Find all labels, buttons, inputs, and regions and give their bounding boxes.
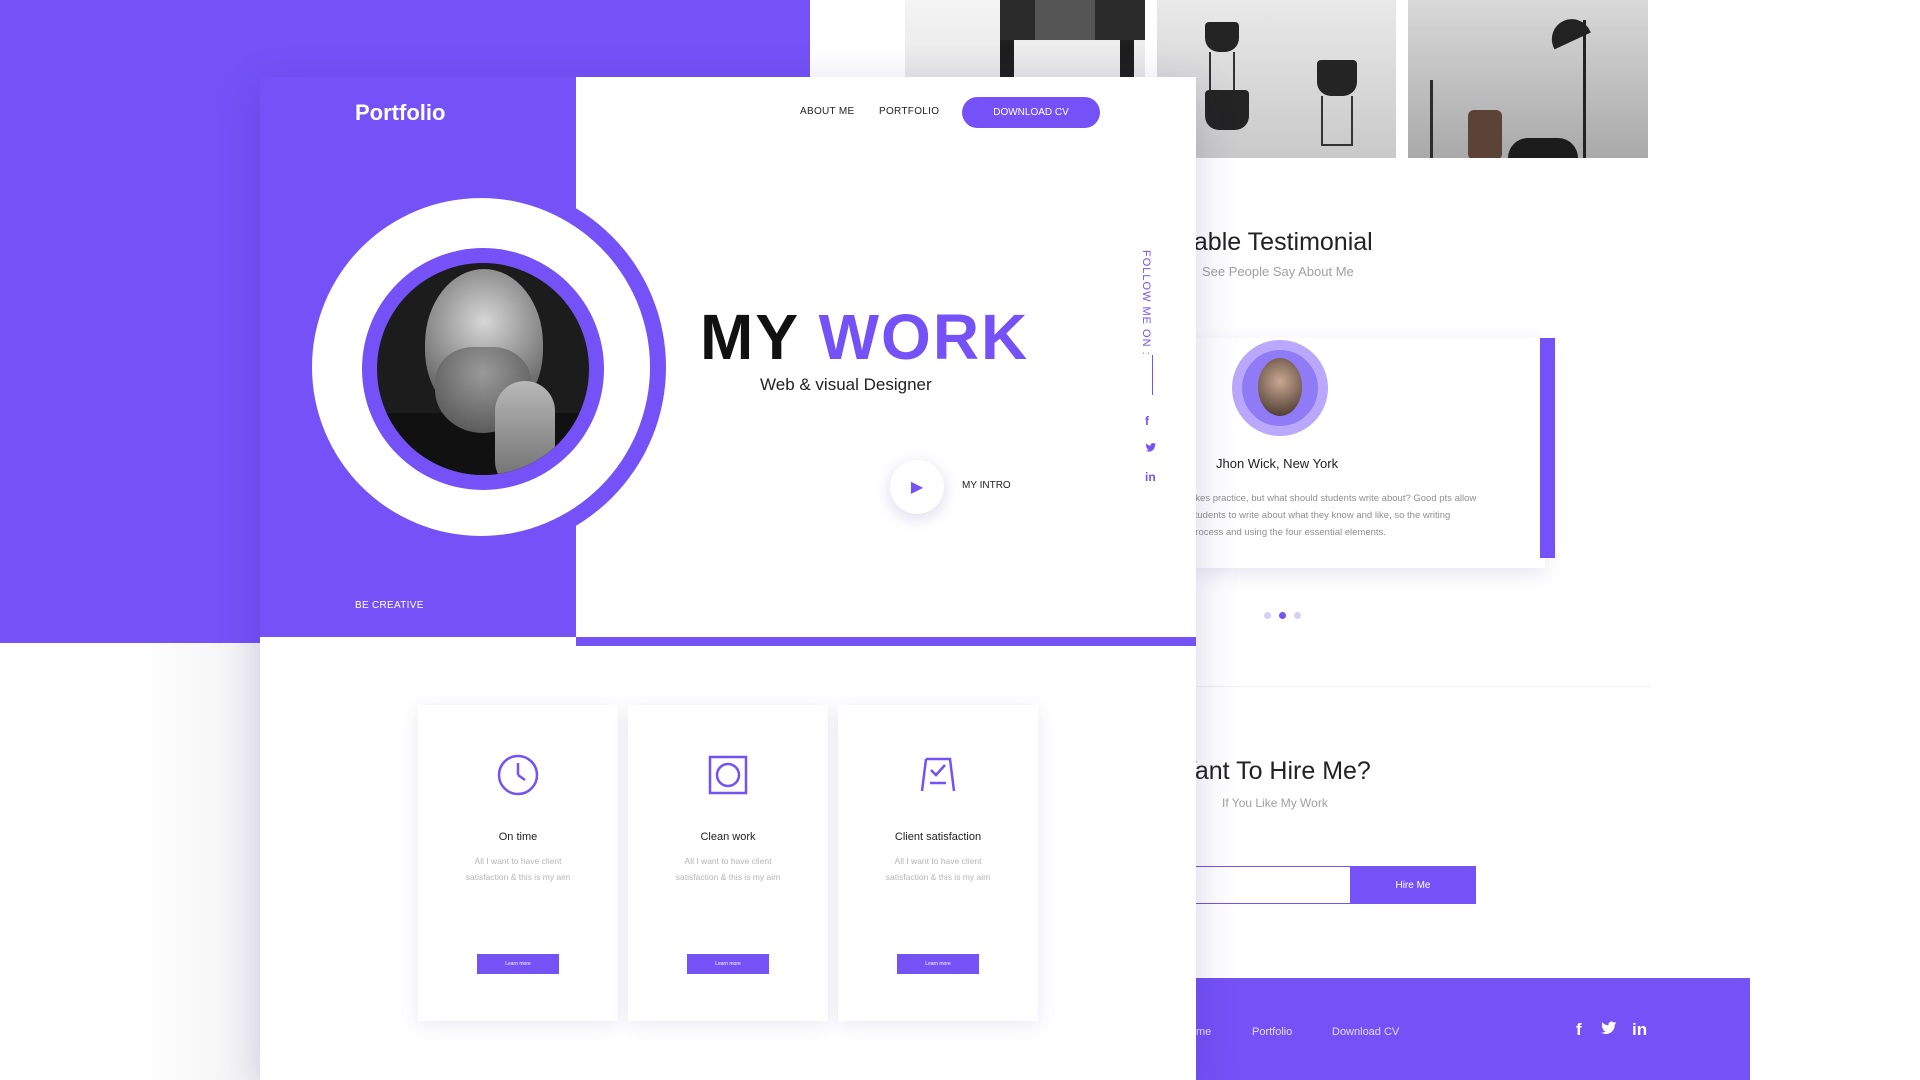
portrait-hand	[495, 381, 555, 475]
learn-more-button[interactable]: Learn more	[897, 954, 979, 974]
section-divider	[1190, 686, 1650, 687]
footer-link-about[interactable]: me	[1196, 1026, 1211, 1038]
hero-title: MY WORK	[700, 300, 1029, 374]
gallery-photo-lamp[interactable]	[1408, 0, 1648, 158]
feature-card-clean-work: Clean work All I want to have client sat…	[628, 705, 828, 1021]
linkedin-icon[interactable]: in	[1632, 1020, 1647, 1040]
footer-link-portfolio[interactable]: Portfolio	[1252, 1026, 1292, 1038]
testimonial-title: uable Testimonial	[1180, 228, 1373, 256]
feature-title: Clean work	[700, 831, 756, 843]
footer-link-download-cv[interactable]: Download CV	[1332, 1026, 1399, 1038]
hire-title: Vant To Hire Me?	[1180, 757, 1371, 785]
lamp-stem	[1583, 20, 1586, 158]
testimonial-accent-bar	[1540, 338, 1555, 558]
nav-about-me[interactable]: ABOUT ME	[800, 106, 854, 117]
coat-stand	[1430, 80, 1433, 158]
my-intro-label[interactable]: MY INTRO	[962, 480, 1011, 491]
testimonial-subtitle: See People Say About Me	[1202, 264, 1354, 279]
carousel-dot-3[interactable]	[1294, 612, 1301, 619]
feature-title: Client satisfaction	[894, 831, 982, 843]
follow-line	[1152, 355, 1153, 395]
nav-portfolio[interactable]: PORTFOLIO	[879, 106, 939, 117]
testimonial-text: akes practice, but what should students …	[1190, 493, 1477, 538]
hero-title-part2: WORK	[818, 301, 1030, 373]
planter-pot-1	[1205, 22, 1239, 52]
twitter-icon[interactable]	[1600, 1020, 1618, 1041]
background-shadow	[140, 643, 260, 1080]
facebook-icon[interactable]: f	[1576, 1020, 1582, 1040]
hero-bottom-accent-bar	[576, 637, 1196, 646]
follow-me-label: FOLLOW ME ON :	[1140, 250, 1152, 356]
planter-stand-3	[1321, 96, 1353, 146]
hire-email-input[interactable]	[1190, 866, 1350, 904]
hire-me-button[interactable]: Hire Me	[1350, 866, 1476, 904]
learn-more-button[interactable]: Learn more	[477, 954, 559, 974]
be-creative-tagline: BE CREATIVE	[355, 600, 424, 611]
download-cv-button[interactable]: DOWNLOAD CV	[962, 97, 1100, 128]
linkedin-icon[interactable]: in	[1145, 470, 1156, 484]
profile-portrait	[377, 263, 589, 475]
planter-pot-3	[1317, 60, 1357, 96]
vase	[1468, 110, 1502, 158]
hero-subtitle: Web & visual Designer	[760, 375, 932, 394]
feature-card-client-satisfaction: Client satisfaction All I want to have c…	[838, 705, 1038, 1021]
bowl	[1508, 138, 1578, 158]
planter-stand-1	[1209, 52, 1235, 92]
facebook-icon[interactable]: f	[1145, 414, 1149, 428]
feature-text: All I want to have client satisfaction &…	[465, 856, 571, 882]
play-icon[interactable]: ▶	[890, 460, 944, 514]
feature-text: All I want to have client satisfaction &…	[885, 856, 991, 882]
portfolio-mockup-canvas: uable Testimonial See People Say About M…	[0, 0, 1920, 1080]
feature-text: All I want to have client satisfaction &…	[675, 856, 781, 882]
hire-subtitle: If You Like My Work	[1222, 796, 1328, 810]
hero-title-part1: MY	[700, 301, 819, 373]
carousel-dot-2[interactable]	[1279, 612, 1286, 619]
logo[interactable]: Portfolio	[355, 100, 445, 126]
learn-more-button[interactable]: Learn more	[687, 954, 769, 974]
carousel-dot-1[interactable]	[1264, 612, 1271, 619]
testimonial-name: Jhon Wick, New York	[1216, 456, 1339, 471]
twitter-icon[interactable]	[1145, 442, 1157, 456]
easel-check-icon	[916, 753, 960, 797]
testimonial-avatar	[1242, 350, 1318, 426]
avatar-face	[1258, 358, 1302, 416]
feature-title: On time	[498, 831, 538, 843]
bench-side-shape	[1035, 0, 1095, 40]
planter-pot-2	[1205, 90, 1249, 130]
square-target-icon	[706, 753, 750, 797]
feature-card-on-time: On time All I want to have client satisf…	[418, 705, 618, 1021]
clock-icon	[496, 753, 540, 797]
